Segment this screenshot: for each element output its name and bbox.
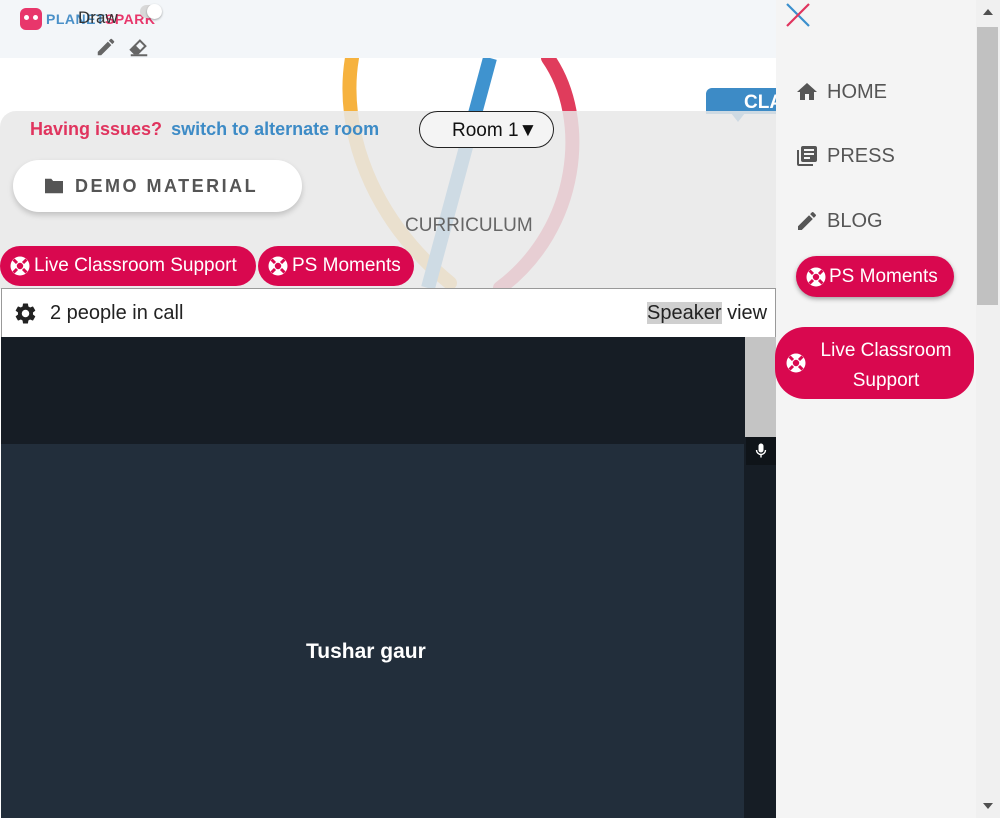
nav-home-label: HOME bbox=[827, 80, 887, 103]
nav-item-press[interactable]: PRESS bbox=[795, 144, 895, 168]
nav-item-blog[interactable]: BLOG bbox=[795, 209, 883, 233]
nav-blog-label: BLOG bbox=[827, 209, 883, 232]
demo-material-label: DEMO MATERIAL bbox=[75, 175, 259, 196]
pencil-tool-icon[interactable] bbox=[95, 36, 117, 58]
side-drawer bbox=[776, 0, 976, 818]
drawer-live-support-label: Live Classroom Support bbox=[820, 340, 952, 391]
drawer-ps-moments-button[interactable]: PS Moments bbox=[796, 256, 954, 297]
demo-material-button[interactable]: DEMO MATERIAL bbox=[13, 160, 302, 212]
people-in-call-count: 2 people in call bbox=[50, 302, 184, 324]
draw-label: Draw bbox=[78, 8, 118, 27]
participant-name: Tushar gaur bbox=[306, 640, 426, 663]
lifebuoy-icon bbox=[786, 353, 806, 373]
lifebuoy-icon bbox=[806, 267, 826, 286]
folder-icon bbox=[45, 178, 63, 194]
live-classroom-support-button[interactable]: Live Classroom Support bbox=[0, 246, 256, 286]
pencil-icon bbox=[798, 211, 817, 230]
drawer-live-support-button[interactable]: Live Classroom Support bbox=[775, 327, 974, 399]
nav-item-home[interactable]: HOME bbox=[795, 80, 887, 104]
nav-press-label: PRESS bbox=[827, 144, 895, 167]
draw-toggle[interactable] bbox=[140, 4, 162, 19]
scroll-up-arrow-icon[interactable] bbox=[976, 2, 1000, 22]
main-video-tile[interactable] bbox=[1, 444, 744, 818]
participant-thumbnail[interactable] bbox=[745, 337, 776, 437]
microphone-icon bbox=[746, 437, 776, 465]
home-icon bbox=[797, 83, 817, 100]
scrollbar-thumb[interactable] bbox=[977, 27, 998, 305]
eraser-tool-icon[interactable] bbox=[128, 36, 150, 58]
view-word: view bbox=[727, 302, 768, 324]
lifebuoy-icon bbox=[10, 256, 30, 276]
drawer-ps-moments-label: PS Moments bbox=[829, 265, 938, 287]
close-icon[interactable] bbox=[783, 0, 813, 30]
issues-prefix: Having issues? bbox=[30, 119, 163, 139]
scroll-down-arrow-icon[interactable] bbox=[976, 796, 1000, 816]
call-header: 2 people in call Speaker view bbox=[2, 289, 775, 337]
newspaper-icon bbox=[797, 146, 817, 166]
live-support-label: Live Classroom Support bbox=[34, 255, 237, 276]
alternate-room-link[interactable]: switch to alternate room bbox=[171, 119, 379, 139]
ps-moments-label: PS Moments bbox=[292, 255, 401, 276]
mascot-icon bbox=[20, 8, 42, 30]
gear-icon[interactable] bbox=[13, 301, 38, 326]
speaker-view-toggle[interactable]: Speaker view bbox=[647, 302, 767, 325]
curriculum-label: CURRICULUM bbox=[405, 215, 533, 236]
room-select[interactable]: Room 1▼ bbox=[419, 111, 554, 148]
ps-moments-button[interactable]: PS Moments bbox=[258, 246, 414, 286]
speaker-word: Speaker bbox=[647, 302, 722, 324]
issues-banner: Having issues? switch to alternate room bbox=[30, 119, 379, 140]
lifebuoy-icon bbox=[268, 256, 288, 276]
